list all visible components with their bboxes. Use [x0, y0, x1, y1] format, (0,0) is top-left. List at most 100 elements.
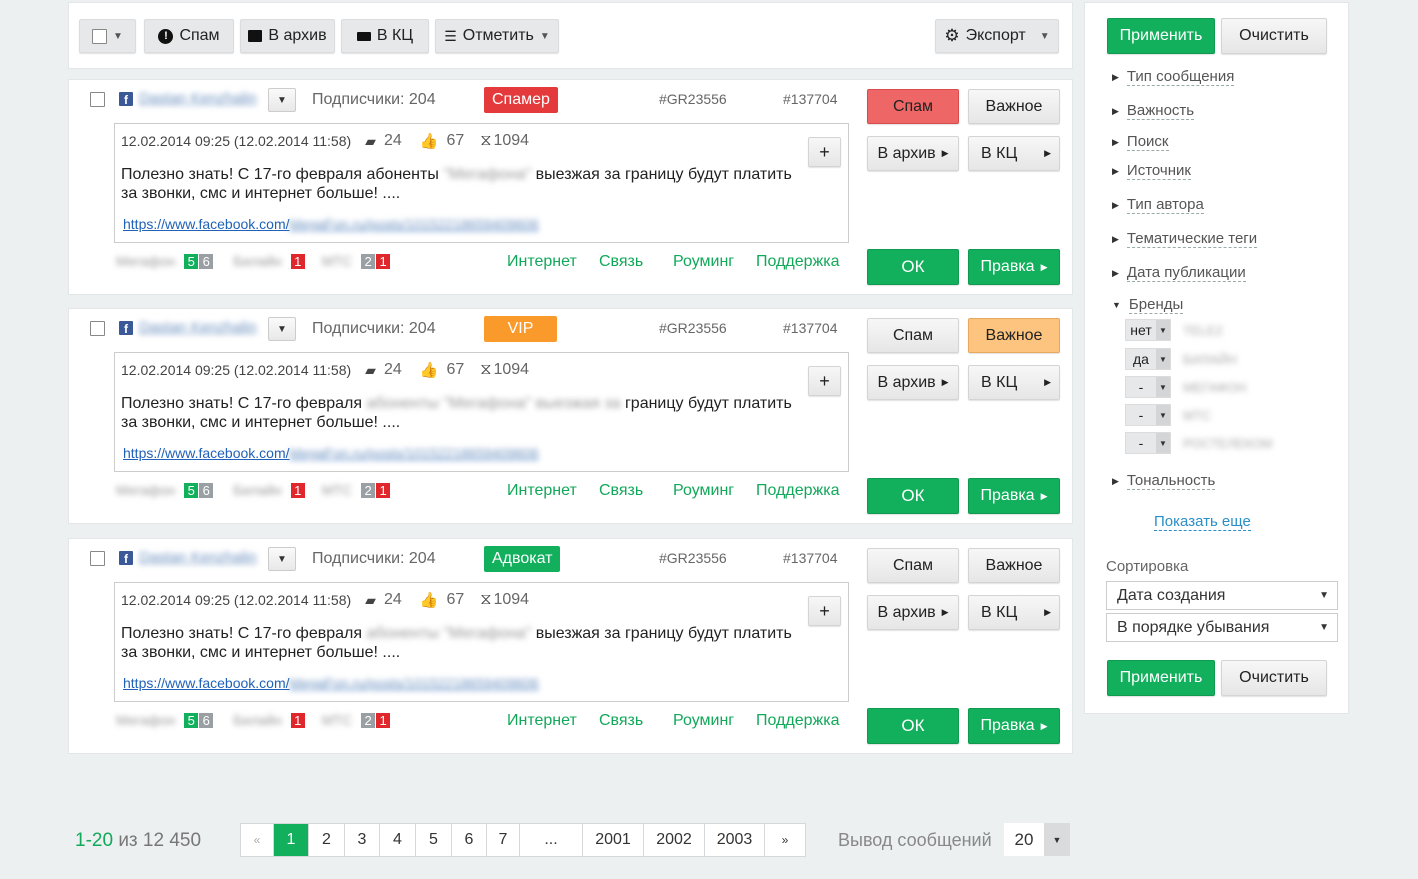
topic-tag[interactable]: Роуминг: [673, 253, 734, 271]
author-name[interactable]: Dastan Kenzhalin: [139, 319, 257, 336]
facebook-icon: f: [119, 92, 133, 106]
apply-filters-button[interactable]: Применить: [1107, 18, 1215, 54]
page-6[interactable]: 6: [452, 824, 487, 856]
bulk-spam-button[interactable]: ! Спам: [144, 19, 234, 53]
filter-tonality[interactable]: ▶ Тональность: [1112, 472, 1216, 490]
author-menu-dropdown[interactable]: ▼: [268, 317, 296, 341]
important-button[interactable]: Важное: [968, 318, 1060, 353]
page-1[interactable]: 1: [274, 824, 309, 856]
topic-tag[interactable]: Интернет: [507, 253, 577, 271]
message-link-base: https://www.facebook.com/: [123, 216, 290, 232]
important-button[interactable]: Важное: [968, 548, 1060, 583]
brand-filter-select[interactable]: - ▼: [1125, 404, 1171, 426]
bulk-kc-button[interactable]: В КЦ: [341, 19, 429, 53]
author-name[interactable]: Dastan Kenzhalin: [139, 549, 257, 566]
filter-importance[interactable]: ▶ Важность: [1112, 102, 1195, 120]
archive-button[interactable]: В архив ▶: [867, 365, 959, 400]
kc-button[interactable]: В КЦ ▶: [968, 136, 1060, 171]
edit-button[interactable]: Правка ▶: [968, 478, 1060, 514]
add-button[interactable]: +: [808, 137, 841, 167]
page-2[interactable]: 2: [309, 824, 345, 856]
kc-button[interactable]: В КЦ ▶: [968, 365, 1060, 400]
archive-button[interactable]: В архив ▶: [867, 595, 959, 630]
bulk-archive-button[interactable]: В архив: [240, 19, 335, 53]
sort-order-select[interactable]: В порядке убывания ▼: [1106, 613, 1338, 642]
message-checkbox[interactable]: [90, 92, 105, 107]
archive-button-label: В архив: [877, 603, 936, 621]
add-button[interactable]: +: [808, 366, 841, 396]
topic-tag[interactable]: Роуминг: [673, 482, 734, 500]
add-button[interactable]: +: [808, 596, 841, 626]
page-2001[interactable]: 2001: [583, 824, 644, 856]
export-dropdown[interactable]: ⚙ Экспорт ▼: [935, 19, 1059, 53]
topic-tag[interactable]: Интернет: [507, 482, 577, 500]
brand-filter-select[interactable]: - ▼: [1125, 432, 1171, 454]
page-4[interactable]: 4: [380, 824, 416, 856]
ok-button[interactable]: ОК: [867, 708, 959, 744]
author-menu-dropdown[interactable]: ▼: [268, 88, 296, 112]
topic-tag[interactable]: Интернет: [507, 712, 577, 730]
message-checkbox[interactable]: [90, 551, 105, 566]
clear-sort-button[interactable]: Очистить: [1221, 660, 1327, 696]
filter-thematic-tags[interactable]: ▶ Тематические теги: [1112, 230, 1258, 248]
brand-name: МТС: [321, 482, 353, 498]
topic-tag[interactable]: Поддержка: [756, 712, 839, 730]
spam-button[interactable]: Спам: [867, 548, 959, 583]
brand-count: 6: [199, 712, 214, 728]
author-menu-dropdown[interactable]: ▼: [268, 547, 296, 571]
page-5[interactable]: 5: [416, 824, 452, 856]
message-id: #137704: [783, 550, 838, 566]
spam-button[interactable]: Спам: [867, 318, 959, 353]
filter-publish-date[interactable]: ▶ Дата публикации: [1112, 264, 1246, 282]
spam-button[interactable]: Спам: [867, 89, 959, 124]
important-button[interactable]: Важное: [968, 89, 1060, 124]
select-all-dropdown[interactable]: ▼: [79, 19, 136, 53]
topic-tag[interactable]: Поддержка: [756, 482, 839, 500]
brand-filter-value: -: [1138, 435, 1144, 451]
caret-right-icon: ▶: [1044, 607, 1051, 617]
caret-right-icon: ▶: [1040, 720, 1048, 731]
select-all-checkbox[interactable]: [92, 28, 108, 44]
topic-tag[interactable]: Роуминг: [673, 712, 734, 730]
filter-search[interactable]: ▶ Поиск: [1112, 133, 1169, 151]
page-prev[interactable]: «: [241, 824, 274, 856]
filter-brands[interactable]: ▼ Бренды: [1112, 296, 1184, 314]
topic-tag[interactable]: Связь: [599, 482, 643, 500]
show-more-link[interactable]: Показать еще: [1154, 513, 1251, 531]
edit-button[interactable]: Правка ▶: [968, 249, 1060, 285]
archive-button-label: В архив: [877, 373, 936, 391]
apply-sort-button[interactable]: Применить: [1107, 660, 1215, 696]
per-page-select[interactable]: 20 ▼: [1004, 823, 1070, 856]
ok-button[interactable]: ОК: [867, 249, 959, 285]
clear-filters-button[interactable]: Очистить: [1221, 18, 1327, 54]
author-name[interactable]: Dastan Kenzhalin: [139, 90, 257, 107]
brand-filter-select[interactable]: - ▼: [1125, 376, 1171, 398]
subscribers-count: Подписчики: 204: [312, 320, 436, 337]
topic-tag[interactable]: Связь: [599, 712, 643, 730]
kc-button[interactable]: В КЦ ▶: [968, 595, 1060, 630]
page-2002[interactable]: 2002: [644, 824, 705, 856]
message-link[interactable]: https://www.facebook.com/MegaFon.ru/post…: [123, 675, 539, 691]
filter-author-type[interactable]: ▶ Тип автора: [1112, 196, 1204, 214]
filter-source[interactable]: ▶ Источник: [1112, 162, 1191, 180]
brand-filter-select[interactable]: да ▼: [1125, 348, 1171, 370]
topic-tag[interactable]: Связь: [599, 253, 643, 271]
page-next[interactable]: »: [765, 824, 805, 856]
page-3[interactable]: 3: [345, 824, 380, 856]
caret-down-icon: ▼: [277, 94, 287, 106]
bulk-mark-dropdown[interactable]: ☰ Отметить ▼: [435, 19, 559, 53]
sort-by-select[interactable]: Дата создания ▼: [1106, 581, 1338, 610]
brand-filter-select[interactable]: нет ▼: [1125, 319, 1171, 341]
caret-down-icon: ▼: [1156, 377, 1170, 397]
brand-count: 2: [361, 712, 376, 728]
message-link[interactable]: https://www.facebook.com/MegaFon.ru/post…: [123, 445, 539, 461]
filter-message-type[interactable]: ▶ Тип сообщения: [1112, 68, 1235, 86]
topic-tag[interactable]: Поддержка: [756, 253, 839, 271]
ok-button[interactable]: ОК: [867, 478, 959, 514]
edit-button[interactable]: Правка ▶: [968, 708, 1060, 744]
message-checkbox[interactable]: [90, 321, 105, 336]
page-2003[interactable]: 2003: [705, 824, 765, 856]
page-7[interactable]: 7: [487, 824, 520, 856]
message-link[interactable]: https://www.facebook.com/MegaFon.ru/post…: [123, 216, 539, 232]
archive-button[interactable]: В архив ▶: [867, 136, 959, 171]
